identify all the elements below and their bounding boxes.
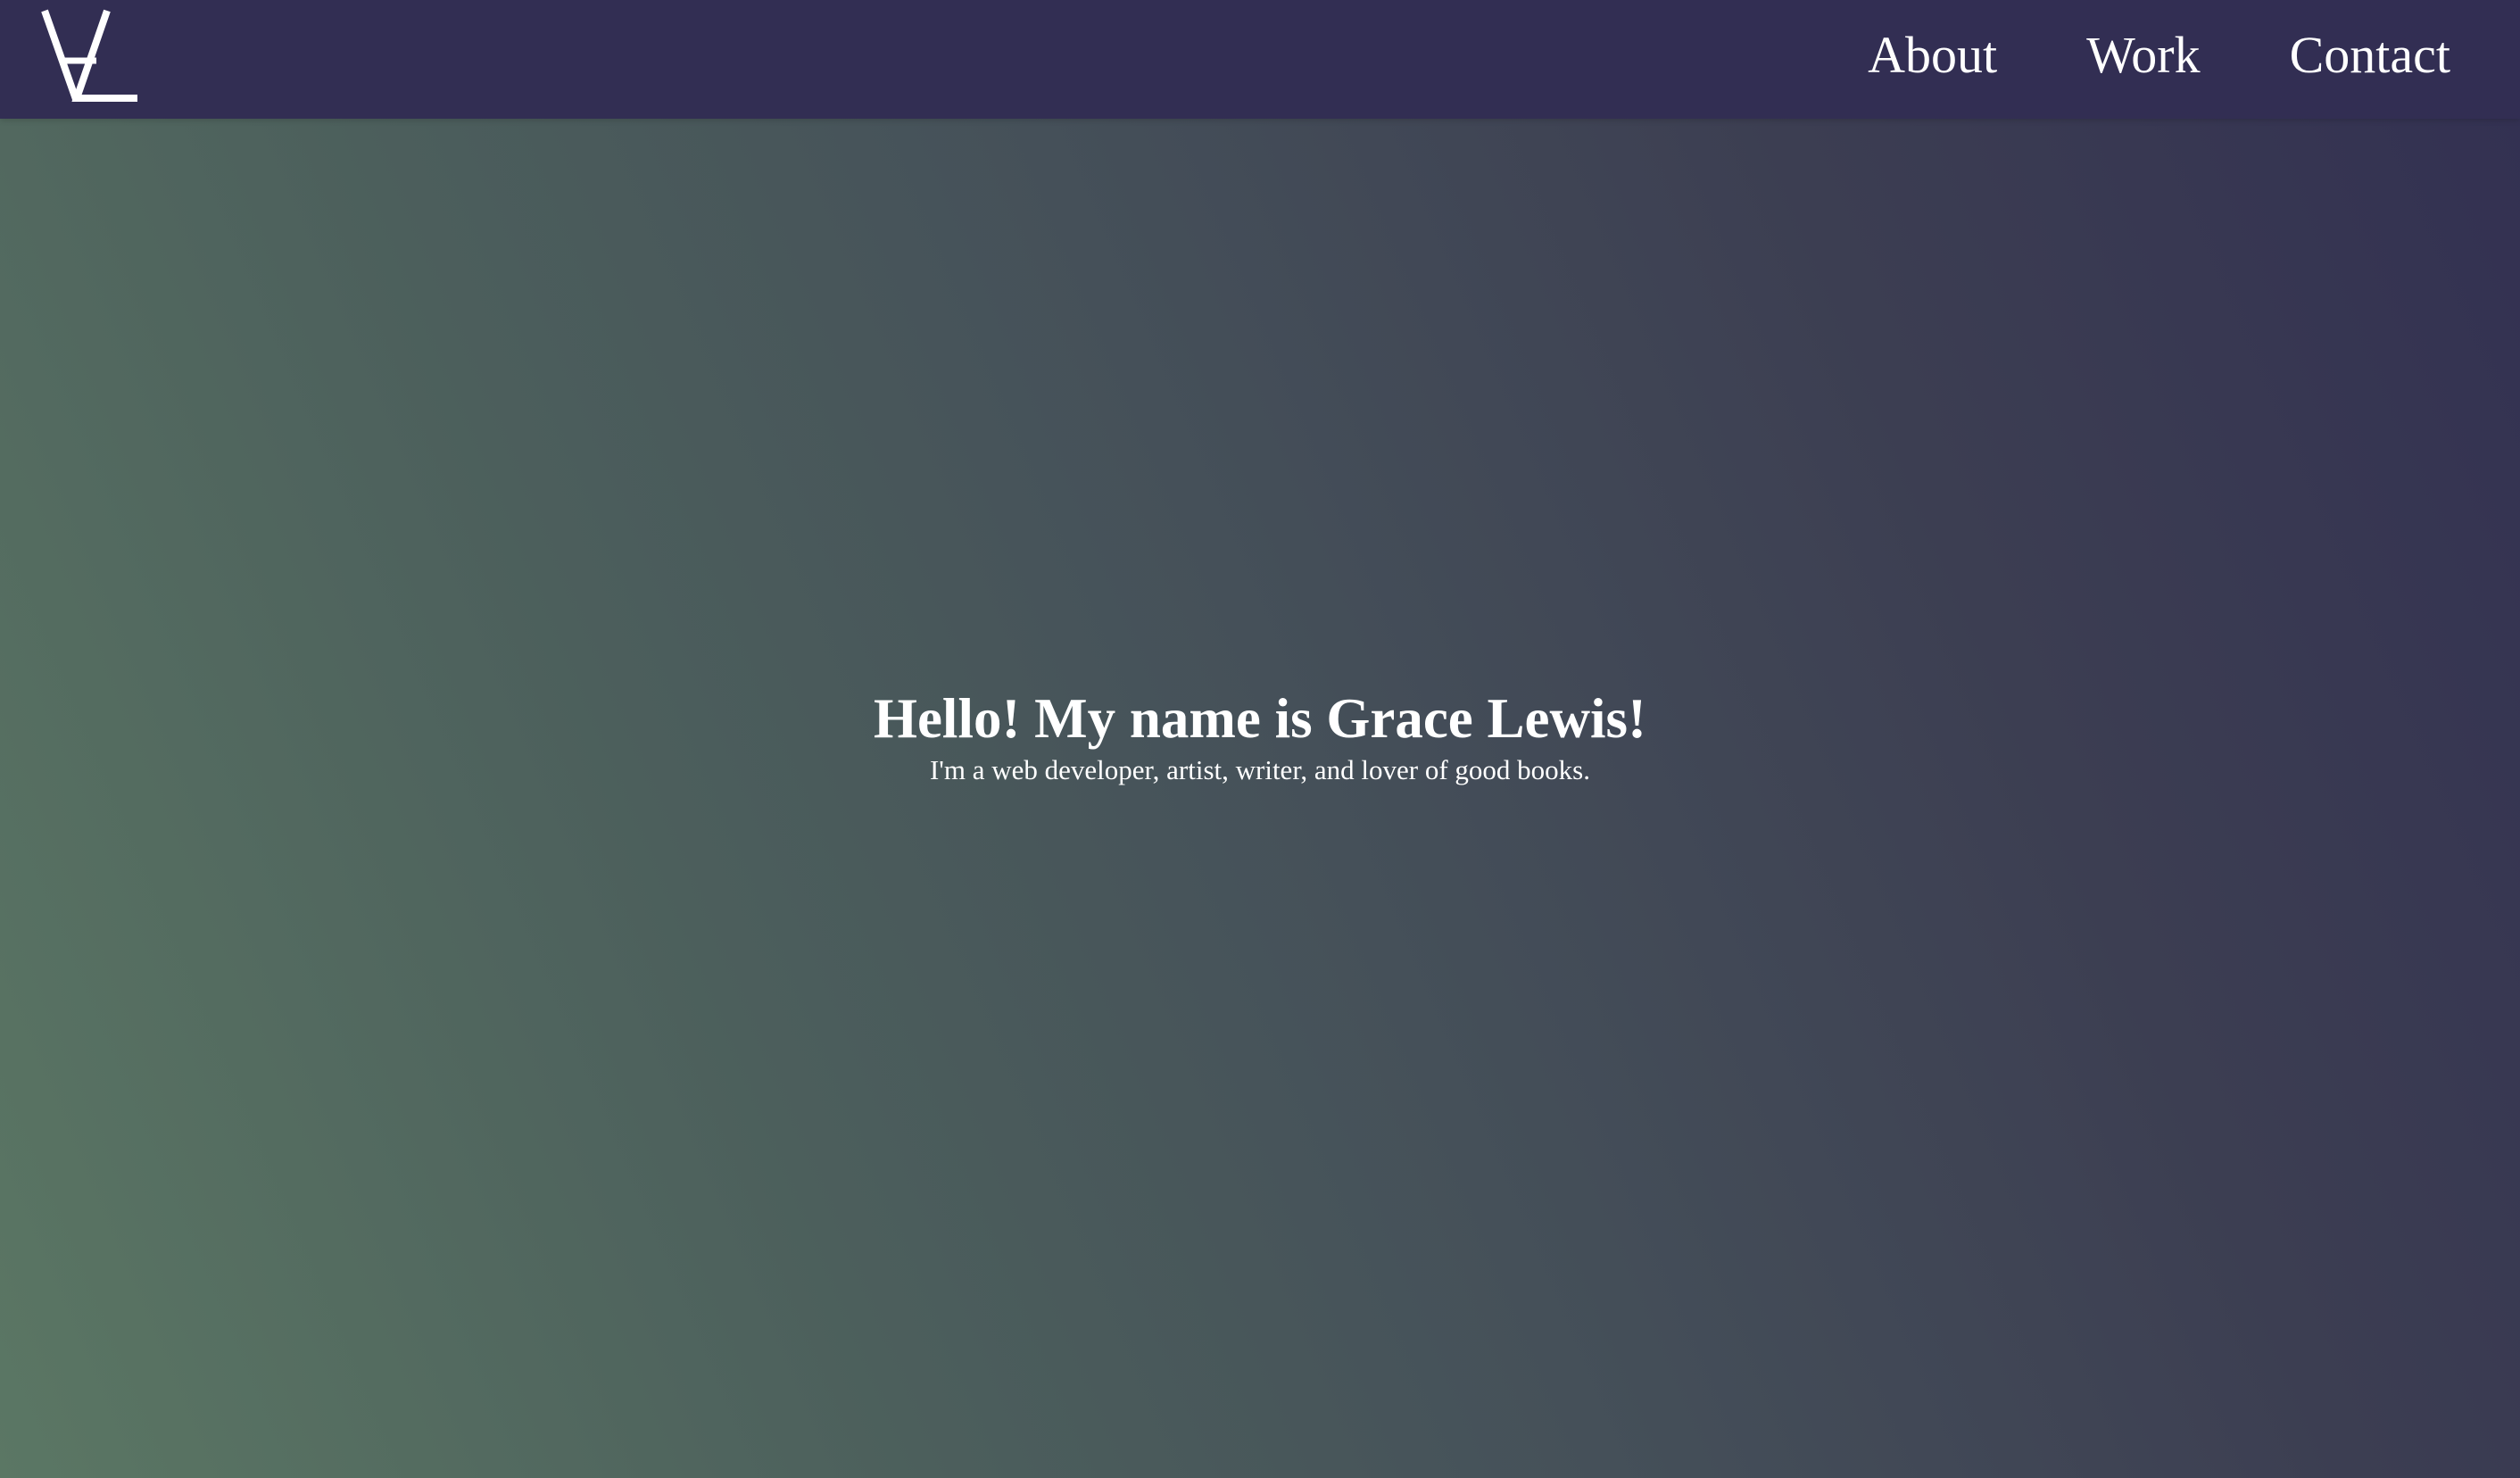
nav-link-about[interactable]: About (1868, 29, 1997, 81)
hero-title: Hello! My name is Grace Lewis! (873, 687, 1647, 750)
hero-section: Hello! My name is Grace Lewis! I'm a web… (0, 119, 2520, 1478)
site-logo[interactable] (41, 7, 141, 102)
nav-link-contact[interactable]: Contact (2290, 29, 2450, 81)
top-navbar: About Work Contact (0, 0, 2520, 119)
hero-subtitle: I'm a web developer, artist, writer, and… (929, 754, 1590, 786)
hero-content: Hello! My name is Grace Lewis! I'm a web… (0, 689, 2520, 786)
gl-monogram-logo-icon (41, 9, 137, 102)
nav-link-work[interactable]: Work (2086, 29, 2200, 81)
main-nav: About Work Contact (1868, 20, 2450, 91)
